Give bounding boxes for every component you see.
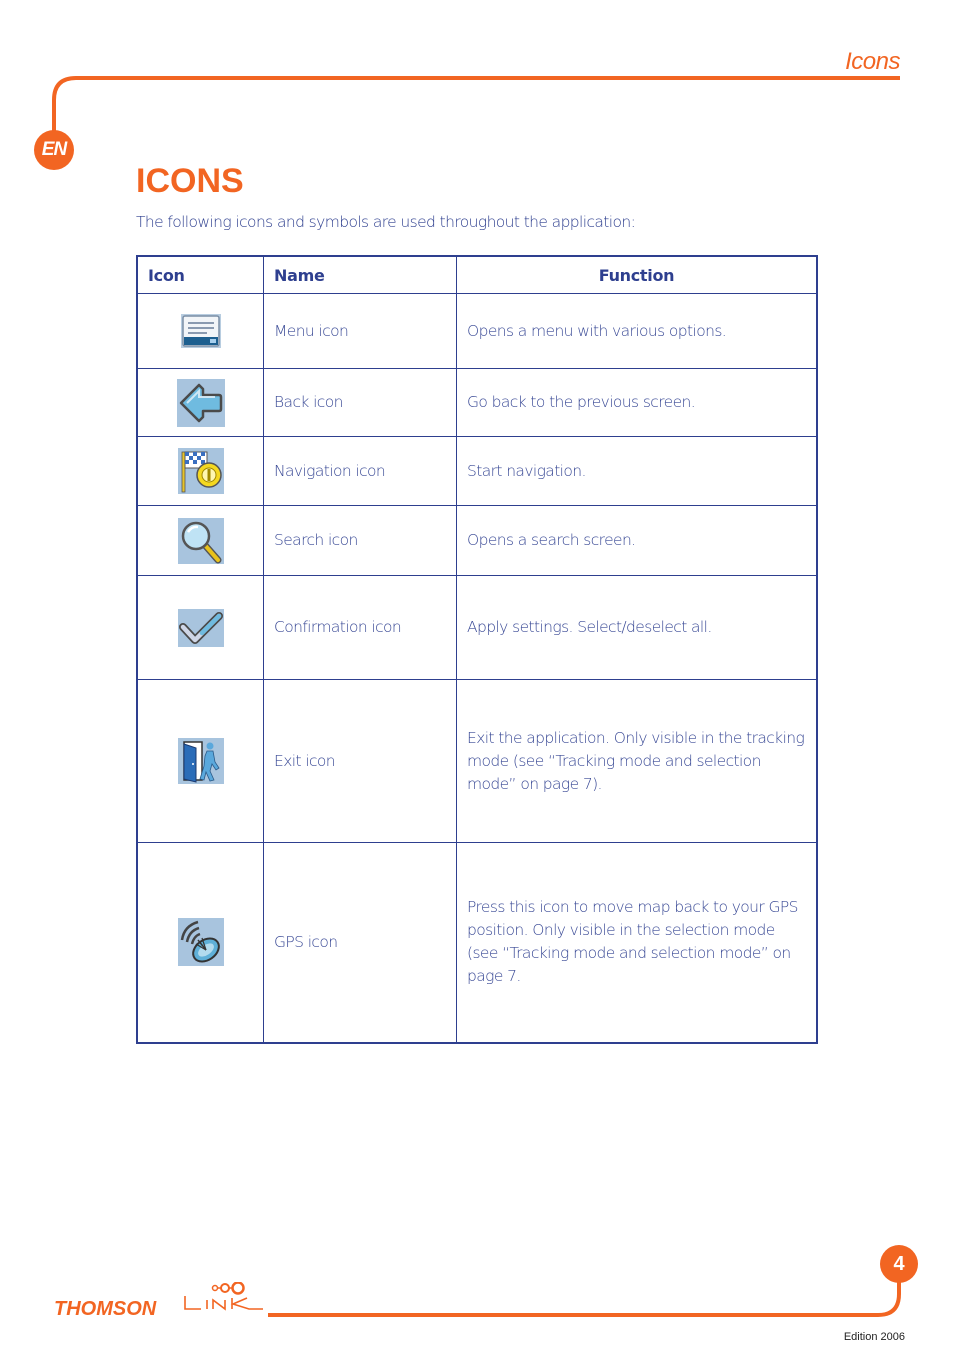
icon-function: Opens a menu with various options. bbox=[456, 293, 818, 369]
table-row: Exit icon Exit the application. Only vis… bbox=[136, 679, 818, 843]
column-header-function: Function bbox=[456, 255, 818, 294]
header-rule bbox=[52, 76, 900, 138]
table-row: GPS icon Press this icon to move map bac… bbox=[136, 842, 818, 1043]
icon-name: GPS icon bbox=[263, 842, 457, 1043]
language-badge: EN bbox=[34, 130, 74, 170]
confirmation-icon bbox=[177, 608, 224, 647]
icons-table: Icon Name Function Menu icon Opens a men… bbox=[136, 255, 818, 1044]
icon-function: Press this icon to move map back to your… bbox=[456, 842, 818, 1043]
icon-function: Apply settings. Select/deselect all. bbox=[456, 575, 818, 680]
icon-function: Exit the application. Only visible in th… bbox=[456, 679, 818, 843]
table-row: Search icon Opens a search screen. bbox=[136, 505, 818, 576]
table-row: Navigation icon Start navigation. bbox=[136, 436, 818, 506]
icon-function: Start navigation. bbox=[456, 436, 818, 506]
icon-name: Navigation icon bbox=[263, 436, 457, 506]
back-icon bbox=[176, 378, 225, 427]
icon-function: Opens a search screen. bbox=[456, 505, 818, 576]
link-logo-mark bbox=[184, 1282, 263, 1311]
column-header-icon: Icon bbox=[136, 255, 264, 294]
exit-icon bbox=[177, 738, 224, 784]
icon-function: Go back to the previous screen. bbox=[456, 368, 818, 437]
intro-text: The following icons and symbols are used… bbox=[136, 213, 636, 231]
gps-icon bbox=[177, 918, 224, 967]
page-title: ICONS bbox=[136, 162, 244, 200]
icon-name: Menu icon bbox=[263, 293, 457, 369]
icon-name: Exit icon bbox=[263, 679, 457, 843]
menu-icon bbox=[180, 314, 221, 348]
search-icon bbox=[177, 517, 224, 564]
section-title: Icons bbox=[845, 48, 900, 75]
icon-name: Confirmation icon bbox=[263, 575, 457, 680]
edition-label: Edition 2006 bbox=[843, 1331, 905, 1343]
icon-name: Back icon bbox=[263, 368, 457, 437]
table-header-row: Icon Name Function bbox=[136, 255, 818, 294]
page-number-badge: 4 bbox=[880, 1245, 918, 1283]
brand-primary: THOMSON bbox=[54, 1298, 157, 1320]
icon-name: Search icon bbox=[263, 505, 457, 576]
navigation-icon bbox=[177, 448, 224, 494]
column-header-name: Name bbox=[263, 255, 457, 294]
table-row: Confirmation icon Apply settings. Select… bbox=[136, 575, 818, 680]
table-row: Back icon Go back to the previous screen… bbox=[136, 368, 818, 437]
table-row: Menu icon Opens a menu with various opti… bbox=[136, 293, 818, 369]
